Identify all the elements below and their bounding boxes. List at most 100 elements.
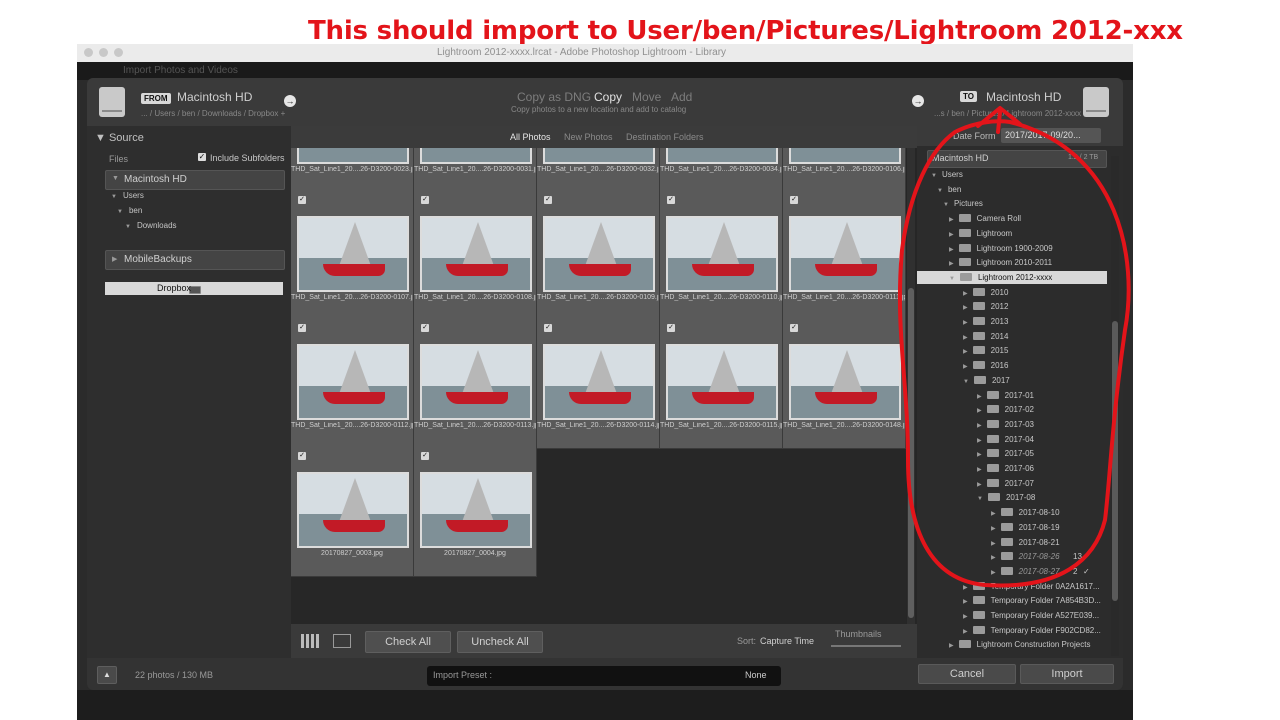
sailboat-photo[interactable] (297, 344, 409, 420)
source-folder-dropbox[interactable]: Dropbox (105, 282, 283, 295)
photo-thumbnail-cell[interactable]: ✓ THD_Sat_Line1_20....26-D3200-0108.jpg (414, 192, 537, 321)
loupe-view-icon[interactable] (333, 634, 351, 648)
destination-folder-lightroom-2010-2011[interactable]: ▶ Lightroom 2010-2011 (949, 258, 1052, 267)
disclosure-triangle-icon[interactable]: ▶ (991, 541, 996, 547)
photo-thumbnail-cell[interactable]: ✓ THD_Sat_Line1_20....26-D3200-0111.jpg (783, 192, 906, 321)
sailboat-photo[interactable] (420, 472, 532, 548)
disclosure-triangle-icon[interactable]: ▼ (943, 202, 949, 208)
tab-all-photos[interactable]: All Photos (510, 132, 551, 142)
photo-thumbnail-cell[interactable]: ✓ THD_Sat_Line1_20....26-D3200-0110.jpg (660, 192, 783, 321)
uncheck-all-button[interactable]: Uncheck All (457, 631, 543, 653)
disclosure-triangle-icon[interactable]: ▶ (963, 305, 968, 311)
close-window-button[interactable] (84, 48, 93, 57)
destination-folder-2017-05[interactable]: ▶ 2017-05 (977, 449, 1034, 458)
destination-folder-2017-08-27[interactable]: ▶ 2017-08-27 (991, 566, 1060, 576)
disclosure-triangle-icon[interactable]: ▶ (963, 291, 968, 297)
photo-thumbnail-cell[interactable]: ✓THD_Sat_Line1_20....26-D3200-0034.jpg (660, 148, 783, 193)
destination-folder-2013[interactable]: ▶ 2013 (963, 317, 1008, 326)
disclosure-triangle-icon[interactable]: ▶ (977, 438, 982, 444)
mode-copy-as-dng[interactable]: Copy as DNG (517, 90, 591, 104)
disclosure-triangle-icon[interactable]: ▶ (963, 614, 968, 620)
sailboat-photo[interactable] (666, 216, 778, 292)
source-volume-mobilebackups[interactable]: ▶ MobileBackups (105, 250, 285, 270)
destination-folder-ben[interactable]: ▼ ben (937, 185, 961, 194)
mode-move[interactable]: Move (632, 90, 661, 104)
destination-folder-temporary-folder-a527e039[interactable]: ▶ Temporary Folder A527E039... (963, 611, 1099, 620)
destination-scroll-thumb[interactable] (1112, 321, 1118, 601)
photo-checkbox[interactable]: ✓ (298, 196, 306, 204)
sailboat-photo[interactable] (543, 148, 655, 164)
source-folder-downloads[interactable]: ▼ Downloads (125, 221, 177, 230)
date-format-select[interactable]: 2017/2017-09/20... (1001, 128, 1101, 143)
photo-checkbox[interactable]: ✓ (544, 196, 552, 204)
disclosure-triangle-icon[interactable]: ▼ (949, 276, 955, 282)
sailboat-photo[interactable] (420, 216, 532, 292)
photo-checkbox[interactable]: ✓ (421, 324, 429, 332)
photo-checkbox[interactable]: ✓ (421, 452, 429, 460)
destination-folder-2014[interactable]: ▶ 2014 (963, 331, 1008, 341)
to-volume-menu[interactable]: Macintosh HD (986, 90, 1061, 104)
photo-checkbox[interactable]: ✓ (298, 324, 306, 332)
disclosure-triangle-icon[interactable]: ▶ (991, 555, 996, 561)
to-arrow-icon[interactable]: → (912, 95, 924, 107)
destination-volume-macintosh-hd[interactable]: Macintosh HD 1.2 / 2 TB (927, 150, 1107, 168)
disclosure-triangle-icon[interactable]: ▼ (937, 188, 943, 194)
destination-folder-2016[interactable]: ▶ 2016 (963, 361, 1008, 370)
disclosure-triangle-icon[interactable]: ▶ (977, 482, 982, 488)
sort-select[interactable]: Capture Time (760, 636, 814, 646)
disclosure-triangle-icon[interactable]: ▼ (977, 496, 983, 502)
disclosure-triangle-icon[interactable]: ▼ (963, 379, 969, 385)
sailboat-photo[interactable] (789, 148, 901, 164)
cancel-button[interactable]: Cancel (918, 664, 1016, 684)
photo-thumbnail-cell[interactable]: ✓THD_Sat_Line1_20....26-D3200-0106.jpg (783, 148, 906, 193)
destination-folder-2017-06[interactable]: ▶ 2017-06 (977, 464, 1034, 473)
photo-thumbnail-cell[interactable]: ✓THD_Sat_Line1_20....26-D3200-0032.jpg (537, 148, 660, 193)
photo-thumbnail-cell[interactable]: ✓ THD_Sat_Line1_20....26-D3200-0148.jpg (783, 320, 906, 449)
destination-folder-lightroom-2012-xxxx[interactable]: ▼ Lightroom 2012-xxxx (949, 272, 1052, 282)
disclosure-triangle-icon[interactable]: ▶ (949, 247, 954, 253)
source-folder-users[interactable]: ▼ Users (111, 191, 144, 200)
collapse-up-button[interactable]: ▲ (97, 666, 117, 684)
sailboat-photo[interactable] (297, 148, 409, 164)
photo-thumbnail-cell[interactable]: ✓ 20170827_0003.jpg (291, 448, 414, 577)
from-path[interactable]: ... / Users / ben / Downloads / Dropbox … (141, 109, 285, 118)
sailboat-photo[interactable] (666, 148, 778, 164)
tab-new-photos[interactable]: New Photos (564, 132, 613, 142)
destination-folder-2010[interactable]: ▶ 2010 (963, 287, 1008, 297)
include-subfolders-checkbox[interactable]: ✓ (198, 153, 206, 161)
sailboat-photo[interactable] (543, 216, 655, 292)
from-arrow-icon[interactable]: → (284, 95, 296, 107)
to-path[interactable]: ...s / ben / Pictures / Lightroom 2012-x… (934, 109, 1081, 118)
disclosure-triangle-icon[interactable]: ▶ (977, 452, 982, 458)
destination-scrollbar[interactable] (1111, 156, 1119, 656)
disclosure-triangle-icon[interactable]: ▶ (949, 261, 954, 267)
photo-checkbox[interactable]: ✓ (421, 196, 429, 204)
photo-checkbox[interactable]: ✓ (667, 196, 675, 204)
check-all-button[interactable]: Check All (365, 631, 451, 653)
disclosure-triangle-icon[interactable]: ▶ (977, 423, 982, 429)
destination-folder-2015[interactable]: ▶ 2015 (963, 346, 1008, 355)
disclosure-triangle-icon[interactable]: ▶ (949, 232, 954, 238)
destination-folder-2017-07[interactable]: ▶ 2017-07 (977, 478, 1034, 488)
destination-folder-temporary-folder-7a854b3d[interactable]: ▶ Temporary Folder 7A854B3D... (963, 596, 1101, 605)
destination-folder-temporary-folder-f902cd82[interactable]: ▶ Temporary Folder F902CD82... (963, 625, 1101, 635)
photo-checkbox[interactable]: ✓ (298, 452, 306, 460)
sailboat-photo[interactable] (789, 344, 901, 420)
minimize-window-button[interactable] (99, 48, 108, 57)
source-volume-macintosh-hd[interactable]: ▼ Macintosh HD (105, 170, 285, 190)
photo-thumbnail-cell[interactable]: ✓ THD_Sat_Line1_20....26-D3200-0107.jpg (291, 192, 414, 321)
disclosure-triangle-icon[interactable]: ▶ (963, 335, 968, 341)
photo-checkbox[interactable]: ✓ (790, 324, 798, 332)
destination-folder-2017-04[interactable]: ▶ 2017-04 (977, 434, 1034, 444)
disclosure-triangle-icon[interactable]: ▶ (949, 643, 954, 649)
zoom-window-button[interactable] (114, 48, 123, 57)
destination-folder-2017-08-26[interactable]: ▶ 2017-08-26 (991, 552, 1060, 561)
grid-scroll-thumb[interactable] (908, 288, 914, 618)
photo-thumbnail-cell[interactable]: ✓THD_Sat_Line1_20....26-D3200-0023.jpg (291, 148, 414, 193)
disclosure-triangle-icon[interactable]: ▶ (963, 629, 968, 635)
destination-folder-2017-08-19[interactable]: ▶ 2017-08-19 (991, 522, 1060, 532)
disclosure-triangle-icon[interactable]: ▶ (963, 364, 968, 370)
sailboat-photo[interactable] (420, 344, 532, 420)
destination-folder-2017-03[interactable]: ▶ 2017-03 (977, 419, 1034, 429)
destination-folder-2017-01[interactable]: ▶ 2017-01 (977, 390, 1034, 400)
